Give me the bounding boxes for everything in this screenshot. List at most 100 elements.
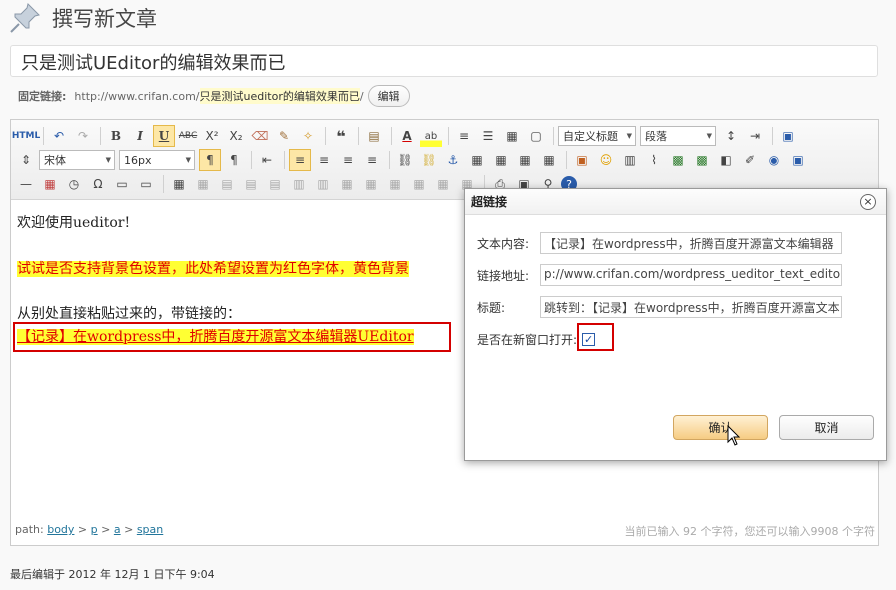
permalink-row: 固定链接: http://www.crifan.com/ 只是测试ueditor… bbox=[18, 85, 410, 107]
link-title-input[interactable]: 跳转到：【记录】在wordpress中，折腾百度开源富文本 bbox=[540, 296, 842, 318]
link-icon[interactable]: ⛓ bbox=[394, 149, 416, 171]
image-float-right-icon[interactable]: ▦ bbox=[514, 149, 536, 171]
subscript-icon[interactable]: X₂ bbox=[225, 125, 247, 147]
path-a[interactable]: a bbox=[114, 523, 121, 536]
insert-frame-icon[interactable]: ◧ bbox=[715, 149, 737, 171]
attachment-icon[interactable]: ⌇ bbox=[643, 149, 665, 171]
content-line-4: 【记录】在wordpress中，折腾百度开源富文本编辑器UEditor bbox=[13, 322, 451, 352]
path-p[interactable]: p bbox=[91, 523, 98, 536]
link-annotation-box bbox=[13, 322, 451, 352]
last-edit-info: 最后编辑于 2012 年 12月 1 日下午 9:04 bbox=[10, 568, 215, 581]
word-count: 当前已输入 92 个字符，您还可以输入9908 个字符 bbox=[624, 525, 875, 538]
strikethrough-icon[interactable]: ABC bbox=[177, 125, 199, 147]
line-height-icon[interactable]: ↕ bbox=[720, 125, 742, 147]
confirm-button[interactable]: 确认 bbox=[673, 415, 768, 440]
permalink-edit-button[interactable]: 编辑 bbox=[367, 85, 410, 107]
close-icon[interactable]: × bbox=[860, 194, 876, 210]
align-center-icon[interactable]: ≡ bbox=[313, 149, 335, 171]
select-all-icon[interactable]: ▦ bbox=[501, 125, 523, 147]
link-url-input[interactable]: p://www.crifan.com/wordpress_ueditor_tex… bbox=[540, 264, 842, 286]
permalink-base: http://www.crifan.com/ bbox=[74, 89, 200, 103]
permalink-slug[interactable]: 只是测试ueditor的编辑效果而已 bbox=[199, 88, 360, 104]
cancel-button[interactable]: 取消 bbox=[779, 415, 874, 440]
gmap-icon[interactable]: ▩ bbox=[691, 149, 713, 171]
bold-icon[interactable]: B bbox=[105, 125, 127, 147]
path-span[interactable]: span bbox=[137, 523, 163, 536]
format-brush-icon[interactable]: ✎ bbox=[273, 125, 295, 147]
merge-right-icon[interactable]: ▦ bbox=[360, 173, 382, 195]
background-color-icon[interactable]: ab bbox=[420, 125, 442, 147]
time-icon[interactable]: ◷ bbox=[63, 173, 85, 195]
emotion-icon[interactable]: ☺ bbox=[595, 149, 617, 171]
indent-right-icon[interactable]: ⇤ bbox=[256, 149, 278, 171]
link-text-input[interactable]: 【记录】在wordpress中，折腾百度开源富文本编辑器 bbox=[540, 232, 842, 254]
merge-down-icon[interactable]: ▦ bbox=[384, 173, 406, 195]
insert-para-before-table-icon[interactable]: ▤ bbox=[216, 173, 238, 195]
indent-icon[interactable]: ⇥ bbox=[744, 125, 766, 147]
insert-image-icon[interactable]: ▣ bbox=[571, 149, 593, 171]
align-justify-icon[interactable]: ≡ bbox=[361, 149, 383, 171]
preview-icon[interactable]: ▣ bbox=[777, 125, 799, 147]
auto-typeset-icon[interactable]: ✧ bbox=[297, 125, 319, 147]
ordered-list-icon[interactable]: ≡ bbox=[453, 125, 475, 147]
blockquote-icon[interactable]: ❝ bbox=[330, 125, 352, 147]
split-rows-icon[interactable]: ▦ bbox=[432, 173, 454, 195]
block-format-select[interactable]: 段落 ▼ bbox=[640, 126, 716, 146]
insert-col-icon[interactable]: ▥ bbox=[288, 173, 310, 195]
url-label: 链接地址: bbox=[477, 268, 530, 283]
image-center-icon[interactable]: ▦ bbox=[538, 149, 560, 171]
pushpin-icon bbox=[10, 3, 40, 33]
map-icon[interactable]: ▩ bbox=[667, 149, 689, 171]
special-char-icon[interactable]: Ω bbox=[87, 173, 109, 195]
unlink-icon[interactable]: ⛓ bbox=[418, 149, 440, 171]
insert-row-icon[interactable]: ▤ bbox=[240, 173, 262, 195]
page-title: 撰写新文章 bbox=[52, 7, 157, 31]
ltr-direction-icon[interactable]: ¶ bbox=[199, 149, 221, 171]
clear-doc-icon[interactable]: ▢ bbox=[525, 125, 547, 147]
wordimage-icon[interactable]: ▭ bbox=[135, 173, 157, 195]
split-cells-icon[interactable]: ▦ bbox=[408, 173, 430, 195]
editor-statusbar: path: body > p > a > span 当前已输入 92 个字符，您… bbox=[15, 523, 875, 539]
dialog-header[interactable]: 超链接 bbox=[465, 189, 886, 215]
paste-plain-icon[interactable]: ▤ bbox=[363, 125, 385, 147]
highlight-code-icon[interactable]: ✐ bbox=[739, 149, 761, 171]
row-spacing-icon[interactable]: ⇕ bbox=[15, 149, 37, 171]
delete-col-icon[interactable]: ▥ bbox=[312, 173, 334, 195]
checkbox-annotation-box bbox=[577, 323, 614, 351]
font-color-icon[interactable]: A bbox=[396, 125, 418, 147]
align-right-icon[interactable]: ≡ bbox=[337, 149, 359, 171]
font-size-select[interactable]: 16px ▼ bbox=[119, 150, 195, 170]
image-float-none-icon[interactable]: ▦ bbox=[466, 149, 488, 171]
highlighted-text: 试试是否支持背景色设置，此处希望设置为红色字体，黄色背景 bbox=[17, 261, 409, 277]
rtl-direction-icon[interactable]: ¶ bbox=[223, 149, 245, 171]
web-image-icon[interactable]: ◉ bbox=[763, 149, 785, 171]
redo-icon[interactable]: ↷ bbox=[72, 125, 94, 147]
eraser-icon[interactable]: ⌫ bbox=[249, 125, 271, 147]
italic-icon[interactable]: I bbox=[129, 125, 151, 147]
content-line-1: 欢迎使用ueditor! bbox=[17, 215, 131, 231]
insert-table-icon[interactable]: ▦ bbox=[168, 173, 190, 195]
anchor-icon[interactable]: ⚓ bbox=[442, 149, 464, 171]
html-source-icon[interactable]: HTML bbox=[12, 125, 40, 147]
title-row: 标题: 跳转到：【记录】在wordpress中，折腾百度开源富文本 bbox=[477, 296, 842, 318]
paragraph-format-select[interactable]: 自定义标题 ▼ bbox=[558, 126, 636, 146]
template-icon[interactable]: ▣ bbox=[787, 149, 809, 171]
image-float-left-icon[interactable]: ▦ bbox=[490, 149, 512, 171]
superscript-icon[interactable]: X² bbox=[201, 125, 223, 147]
snapscreen-icon[interactable]: ▭ bbox=[111, 173, 133, 195]
date-icon[interactable]: ▦ bbox=[39, 173, 61, 195]
delete-row-icon[interactable]: ▤ bbox=[264, 173, 286, 195]
underline-icon[interactable]: U bbox=[153, 125, 175, 147]
merge-cells-icon[interactable]: ▦ bbox=[336, 173, 358, 195]
video-icon[interactable]: ▥ bbox=[619, 149, 641, 171]
horizontal-rule-icon[interactable]: — bbox=[15, 173, 37, 195]
font-family-select[interactable]: 宋体 ▼ bbox=[39, 150, 115, 170]
path-body[interactable]: body bbox=[47, 523, 74, 536]
mouse-cursor-icon bbox=[727, 425, 741, 446]
undo-icon[interactable]: ↶ bbox=[48, 125, 70, 147]
post-title-input[interactable]: 只是测试UEditor的编辑效果而已 bbox=[10, 45, 878, 77]
align-left-icon[interactable]: ≡ bbox=[289, 149, 311, 171]
unordered-list-icon[interactable]: ☰ bbox=[477, 125, 499, 147]
permalink-suffix: / bbox=[359, 89, 364, 103]
delete-table-icon[interactable]: ▦ bbox=[192, 173, 214, 195]
